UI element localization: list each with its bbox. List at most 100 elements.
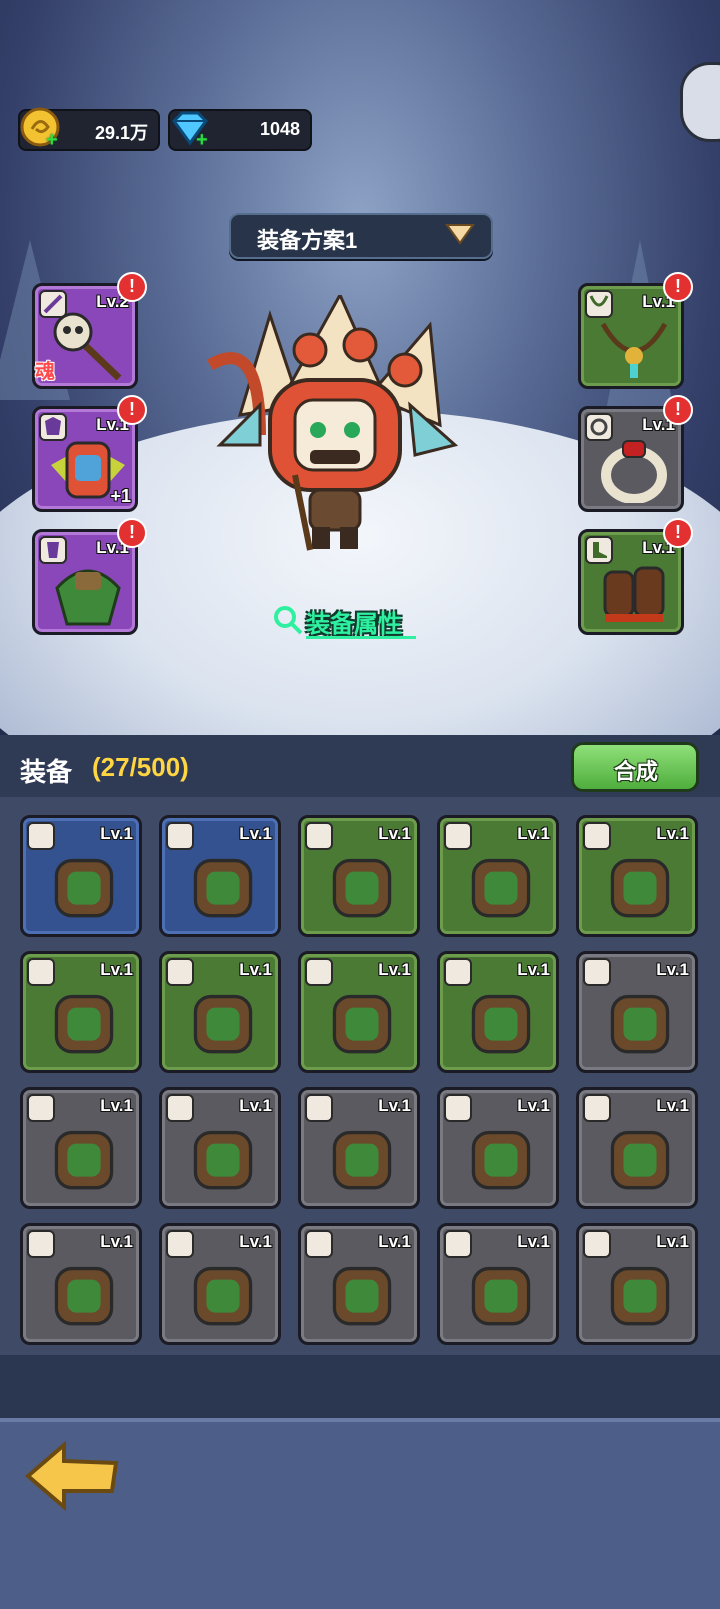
item-level: Lv.1: [656, 1232, 689, 1251]
inventory-slot-wood-armor[interactable]: Lv.1: [159, 815, 281, 937]
inventory-slot-crystal-staff[interactable]: Lv.1: [437, 951, 559, 1073]
inventory-slot-leaf-cloak[interactable]: Lv.1: [20, 815, 142, 937]
hero-character: [206, 295, 459, 551]
leaf-cloak-icon: [54, 858, 114, 918]
equip-slot-boots[interactable]: Lv.1 !: [578, 518, 693, 635]
item-level: Lv.1: [517, 1096, 550, 1115]
inventory-slot-wood-armor[interactable]: Lv.1: [298, 951, 420, 1073]
inventory-slot-tiki-mask-armor[interactable]: Lv.1: [159, 951, 281, 1073]
add-gems-icon[interactable]: +: [196, 130, 214, 150]
back-arrow-button[interactable]: [24, 1441, 120, 1511]
item-type-icon: [583, 1094, 611, 1122]
fur-boots-icon: [603, 566, 665, 622]
inventory-slot-claw-necklace[interactable]: Lv.1: [437, 815, 559, 937]
item-type-icon: [27, 822, 55, 850]
horn-ring-icon: [193, 1130, 253, 1190]
inventory-slot-leaf-cloak[interactable]: Lv.1: [576, 1223, 698, 1345]
equip-slot-armor[interactable]: Lv.1 +1 !: [32, 395, 147, 512]
inventory-slot-leaf-boots[interactable]: Lv.1: [298, 815, 420, 937]
item-level: Lv.1: [517, 960, 550, 979]
item-level: Lv.1: [100, 824, 133, 843]
item-level: Lv.1: [656, 1096, 689, 1115]
inventory-slot-claw-necklace[interactable]: Lv.1: [298, 1087, 420, 1209]
wood-armor-icon: [332, 994, 392, 1054]
tiki-mask-armor-icon: [193, 994, 253, 1054]
add-gold-icon[interactable]: +: [46, 130, 64, 150]
item-level: Lv.1: [378, 824, 411, 843]
inventory-slot-leaf-cape[interactable]: Lv.1: [576, 1087, 698, 1209]
gem-counter[interactable]: + 1048: [168, 109, 312, 151]
fur-boots-icon: [610, 994, 670, 1054]
item-level: Lv.1: [100, 1096, 133, 1115]
item-type-icon: [444, 822, 472, 850]
alert-badge: !: [117, 518, 147, 548]
item-type-icon: [166, 1230, 194, 1258]
avatar[interactable]: [680, 62, 720, 142]
hooded-cape-icon: [471, 1266, 531, 1326]
item-level: Lv.1: [656, 960, 689, 979]
claw-necklace-icon: [332, 1130, 392, 1190]
item-type-icon: [305, 1094, 333, 1122]
fur-cloak-icon: [193, 1266, 253, 1326]
equipment-plan-dropdown[interactable]: 装备方案1: [229, 213, 493, 259]
soul-tag: 魂: [35, 361, 55, 383]
item-level: Lv.1: [378, 960, 411, 979]
alert-badge: !: [663, 272, 693, 302]
red-gem-ring-icon: [601, 440, 667, 503]
skull-staff-icon: [53, 312, 122, 380]
item-level: Lv.1: [239, 960, 272, 979]
gem-amount: 1048: [259, 119, 300, 139]
craft-button[interactable]: 合成: [571, 742, 699, 792]
inventory-slot-red-gem-ring[interactable]: Lv.1: [20, 1087, 142, 1209]
vine-necklace-icon: [600, 322, 668, 378]
item-type-icon: [583, 822, 611, 850]
wood-armor-icon: [193, 858, 253, 918]
skull-necklace-icon: [471, 1130, 531, 1190]
leaf-cloak-icon: [55, 569, 121, 626]
inventory-slot-fur-cloak[interactable]: Lv.1: [159, 1223, 281, 1345]
alert-badge: !: [663, 518, 693, 548]
item-level: Lv.1: [239, 1232, 272, 1251]
gold-counter[interactable]: + 29.1万: [18, 107, 160, 151]
item-type-icon: [166, 822, 194, 850]
equipment-attributes-link[interactable]: 装备属性: [272, 600, 422, 640]
equip-slot-weapon[interactable]: Lv.2 魂 !: [32, 272, 147, 389]
fur-cloak-icon: [332, 1266, 392, 1326]
inventory-slot-leaf-cloak[interactable]: Lv.1: [576, 815, 698, 937]
chevron-down-icon: [445, 224, 475, 245]
gold-amount: 29.1万: [94, 123, 148, 143]
inventory-slot-horn-ring[interactable]: Lv.1: [159, 1087, 281, 1209]
item-type-icon: [305, 822, 333, 850]
inventory-slot-leaf-cape[interactable]: Lv.1: [20, 1223, 142, 1345]
item-type-icon: [305, 1230, 333, 1258]
item-type-icon: [27, 1230, 55, 1258]
leaf-boots-icon: [332, 858, 392, 918]
leaf-cloak-icon: [610, 1266, 670, 1326]
alert-badge: !: [117, 395, 147, 425]
equip-slot-ring[interactable]: Lv.1 !: [578, 395, 693, 512]
attributes-label: 装备属性: [306, 611, 402, 638]
equip-slot-necklace[interactable]: Lv.1 !: [578, 272, 693, 389]
claw-necklace-icon: [471, 858, 531, 918]
item-type-icon: [583, 1230, 611, 1258]
alert-badge: !: [117, 272, 147, 302]
item-type-icon: [166, 1094, 194, 1122]
item-type-icon: [27, 958, 55, 986]
item-type-icon: [583, 958, 611, 986]
inventory-slot-tiki-mask-armor[interactable]: Lv.1: [20, 951, 142, 1073]
item-level: Lv.1: [100, 1232, 133, 1251]
item-level: Lv.1: [378, 1232, 411, 1251]
inventory-slot-hooded-cape[interactable]: Lv.1: [437, 1223, 559, 1345]
item-type-icon: [27, 1094, 55, 1122]
inventory-slot-skull-necklace[interactable]: Lv.1: [437, 1087, 559, 1209]
inventory-slot-fur-boots[interactable]: Lv.1: [576, 951, 698, 1073]
item-level: Lv.1: [100, 960, 133, 979]
red-gem-ring-icon: [54, 1130, 114, 1190]
inventory-slot-fur-cloak[interactable]: Lv.1: [298, 1223, 420, 1345]
alert-badge: !: [663, 395, 693, 425]
item-level: Lv.1: [517, 824, 550, 843]
equip-slot-cloak[interactable]: Lv.1 !: [32, 518, 147, 635]
plan-label: 装备方案1: [257, 228, 358, 253]
craft-label: 合成: [614, 759, 659, 784]
item-level: Lv.1: [378, 1096, 411, 1115]
